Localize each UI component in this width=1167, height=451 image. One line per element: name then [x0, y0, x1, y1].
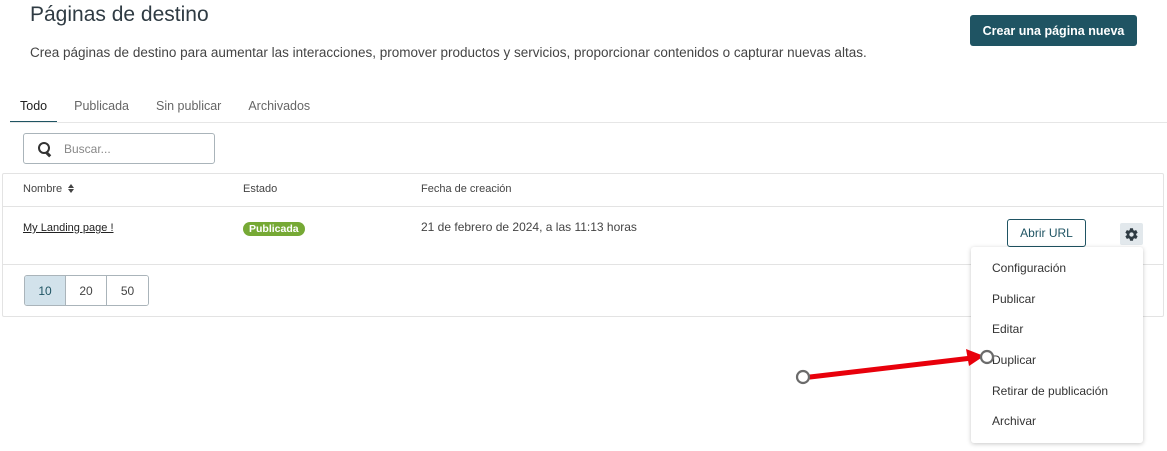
- page-size-20[interactable]: 20: [66, 276, 107, 305]
- search-box[interactable]: [23, 133, 215, 164]
- tab-unpublished[interactable]: Sin publicar: [146, 92, 231, 123]
- menu-item-archive[interactable]: Archivar: [971, 406, 1143, 437]
- open-url-button[interactable]: Abrir URL: [1007, 219, 1086, 247]
- page-description: Crea páginas de destino para aumentar la…: [30, 45, 867, 60]
- tab-bar: Todo Publicada Sin publicar Archivados: [10, 92, 327, 123]
- creation-date: 21 de febrero de 2024, a las 11:13 horas: [421, 220, 637, 234]
- tab-all[interactable]: Todo: [10, 92, 58, 123]
- search-input[interactable]: [64, 141, 194, 156]
- header-divider: [3, 206, 1163, 207]
- page-size-10[interactable]: 10: [25, 276, 66, 305]
- search-icon: [37, 141, 53, 157]
- row-actions-menu: Configuración Publicar Editar Duplicar R…: [971, 247, 1143, 443]
- menu-item-publish[interactable]: Publicar: [971, 284, 1143, 315]
- status-badge: Publicada: [243, 222, 305, 236]
- menu-item-unpublish[interactable]: Retirar de publicación: [971, 376, 1143, 407]
- column-header-name-label: Nombre: [23, 183, 63, 195]
- sort-icon[interactable]: [67, 184, 75, 194]
- tab-published[interactable]: Publicada: [64, 92, 139, 123]
- menu-item-configuration[interactable]: Configuración: [971, 253, 1143, 284]
- page-size-selector: 10 20 50: [24, 275, 149, 306]
- landing-page-name-link[interactable]: My Landing page !: [23, 222, 114, 234]
- row-actions-button[interactable]: [1120, 223, 1143, 245]
- column-header-name[interactable]: Nombre: [23, 183, 75, 195]
- menu-item-duplicate[interactable]: Duplicar: [971, 345, 1143, 376]
- tab-archived[interactable]: Archivados: [238, 92, 320, 123]
- column-header-status: Estado: [243, 183, 278, 195]
- menu-item-edit[interactable]: Editar: [971, 314, 1143, 345]
- gear-icon: [1125, 227, 1138, 241]
- page-title: Páginas de destino: [30, 3, 209, 26]
- column-header-created: Fecha de creación: [421, 183, 512, 195]
- page-size-50[interactable]: 50: [107, 276, 148, 305]
- annotation-arrow: [807, 355, 975, 380]
- create-page-button[interactable]: Crear una página nueva: [970, 15, 1137, 46]
- annotation-start-marker: [795, 369, 811, 385]
- tabs-divider: [10, 122, 1167, 123]
